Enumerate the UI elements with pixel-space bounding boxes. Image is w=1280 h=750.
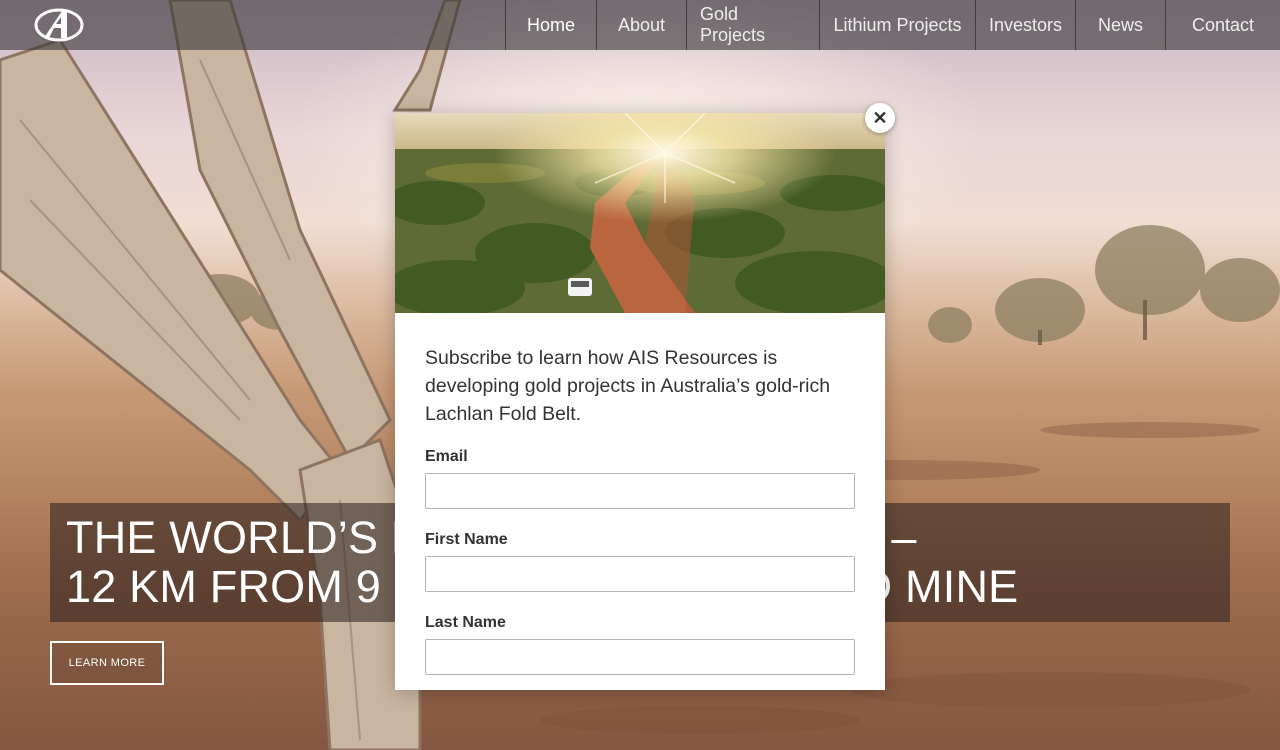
first-name-label: First Name bbox=[425, 531, 508, 548]
subscribe-form: Subscribe to learn how AIS Resources is … bbox=[425, 344, 855, 697]
modal-header-image bbox=[395, 113, 885, 313]
email-label: Email bbox=[425, 448, 468, 465]
last-name-field[interactable] bbox=[425, 639, 855, 675]
first-name-field[interactable] bbox=[425, 556, 855, 592]
modal-overlay: Subscribe to learn how AIS Resources is … bbox=[0, 0, 1280, 750]
last-name-label: Last Name bbox=[425, 614, 506, 631]
close-modal-button[interactable]: ✕ bbox=[865, 103, 895, 133]
subscribe-modal: Subscribe to learn how AIS Resources is … bbox=[395, 113, 885, 690]
email-field[interactable] bbox=[425, 473, 855, 509]
close-icon: ✕ bbox=[872, 108, 888, 128]
subscribe-intro-text: Subscribe to learn how AIS Resources is … bbox=[425, 347, 831, 425]
aerial-road-image bbox=[395, 113, 885, 313]
